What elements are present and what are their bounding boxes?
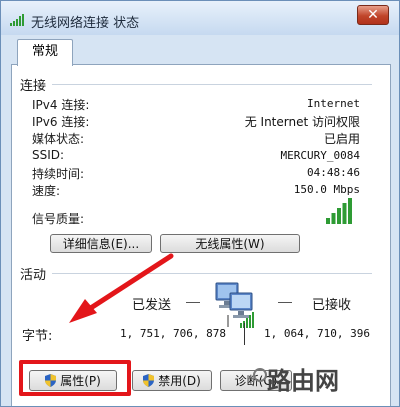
media-state-label: 媒体状态: — [32, 132, 85, 146]
received-label: 已接收 — [312, 298, 352, 313]
duration-label: 持续时间: — [32, 167, 85, 181]
watermark-text: 路由网 — [267, 367, 339, 395]
annotation-arrow — [69, 253, 174, 323]
signal-bar — [326, 218, 330, 224]
close-icon: ✕ — [367, 7, 379, 23]
bytes-received-value: 1, 064, 710, 396 — [264, 327, 370, 340]
ssid-value: MERCURY_0084 — [280, 149, 360, 162]
general-panel: 连接 IPv4 连接: Internet IPv6 连接: 无 Internet… — [11, 64, 391, 406]
signal-bar — [348, 198, 352, 224]
media-state-value: 已启用 — [323, 132, 360, 146]
ssid-label: SSID: — [32, 148, 65, 162]
duration-value: 04:48:46 — [307, 166, 360, 179]
signal-bar — [331, 213, 336, 224]
bytes-label: 字节: — [22, 329, 53, 344]
tab-general[interactable]: 常规 — [17, 39, 73, 66]
bytes-separator — [244, 323, 245, 345]
sent-dash — [186, 302, 200, 303]
wireless-properties-button[interactable]: 无线属性(W) — [160, 234, 300, 253]
speed-label: 速度: — [32, 184, 61, 198]
disable-button[interactable]: 禁用(D) — [132, 370, 212, 391]
ipv6-value: 无 Internet 访问权限 — [244, 115, 360, 129]
ipv4-label: IPv4 连接: — [32, 98, 90, 112]
signal-bar — [337, 208, 341, 224]
annotation-highlight-box — [19, 360, 131, 396]
activity-section-label: 活动 — [20, 268, 47, 283]
tab-general-label: 常规 — [31, 44, 58, 59]
uac-shield-icon — [143, 374, 155, 387]
received-dash — [278, 302, 292, 303]
signal-strength-icon — [326, 198, 352, 224]
signal-bar — [342, 203, 347, 224]
signal-quality-label: 信号质量: — [32, 212, 85, 226]
ipv6-label: IPv6 连接: — [32, 115, 90, 129]
connection-section-label: 连接 — [20, 79, 47, 94]
ipv4-value: Internet — [307, 97, 360, 110]
wireless-signal-icon — [10, 14, 24, 26]
speed-value: 150.0 Mbps — [293, 183, 360, 196]
status-window: 无线网络连接 状态 ✕ 常规 连接 IPv4 连接: Internet IPv6… — [0, 0, 400, 407]
network-computers-icon — [215, 282, 254, 328]
window-title: 无线网络连接 状态 — [31, 16, 140, 31]
connection-divider — [52, 84, 372, 85]
title-bar[interactable]: 无线网络连接 状态 ✕ — [1, 1, 399, 35]
disable-button-label: 禁用(D) — [158, 374, 201, 388]
close-button[interactable]: ✕ — [357, 5, 389, 25]
